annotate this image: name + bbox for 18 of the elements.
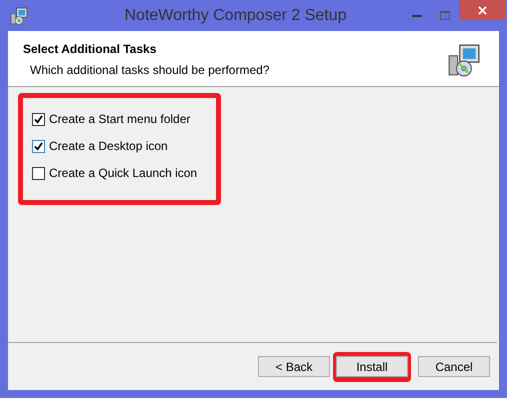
check-icon bbox=[34, 142, 43, 150]
dialog-button[interactable]: Cancel bbox=[418, 356, 490, 377]
checkbox-label[interactable]: Create a Start menu folder bbox=[49, 110, 190, 128]
dialog-button[interactable]: Install bbox=[336, 356, 408, 377]
page-subtitle: Which additional tasks should be performed? bbox=[30, 62, 270, 79]
checkbox[interactable] bbox=[32, 112, 45, 126]
page-title: Select Additional Tasks bbox=[23, 41, 158, 58]
close-icon bbox=[478, 6, 486, 14]
checkbox[interactable] bbox=[32, 140, 45, 152]
app-icon bbox=[10, 6, 28, 24]
installer-icon bbox=[447, 43, 481, 77]
window-title: NoteWorthy Composer 2 Setup bbox=[123, 6, 348, 26]
close-button[interactable] bbox=[459, 0, 505, 20]
dialog-button[interactable]: < Back bbox=[258, 356, 330, 377]
check-icon bbox=[34, 114, 43, 124]
checkbox-label[interactable]: Create a Desktop icon bbox=[49, 137, 168, 155]
checkbox-label[interactable]: Create a Quick Launch icon bbox=[49, 164, 198, 182]
checkbox[interactable] bbox=[32, 166, 45, 180]
